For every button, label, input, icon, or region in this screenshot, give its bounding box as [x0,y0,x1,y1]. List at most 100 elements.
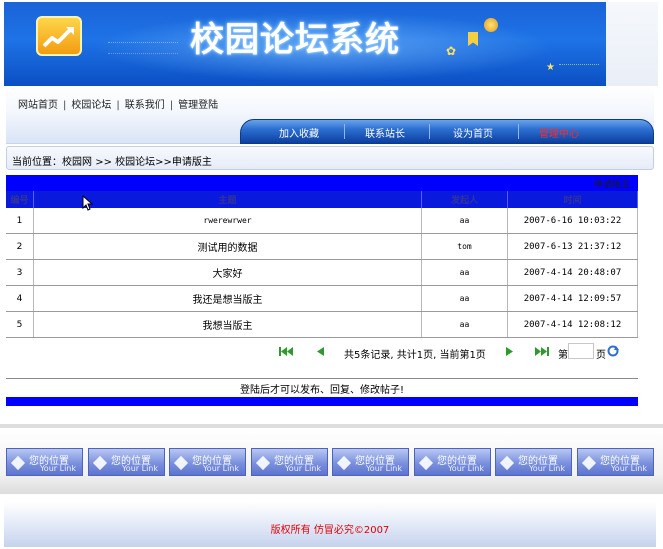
diamond-icon [336,455,352,471]
link-tile[interactable]: 您的位置 Your Link [6,448,83,476]
pager-summary: 共5条记录, 共计1页, 当前第1页 [344,350,486,361]
breadcrumb-separator: >> [95,157,112,168]
top-links: 网站首页 | 校园论坛 | 联系我们 | 管理登陆 [18,96,218,111]
diamond-icon [173,455,189,471]
cell-time: 2007-6-16 10:03:22 [508,208,638,233]
diamond-icon [255,455,271,471]
go-icon[interactable] [606,345,620,357]
cell-author: tom [422,234,508,259]
sun-ornament-icon [484,18,498,32]
first-page-icon[interactable] [278,346,294,357]
link-tile[interactable]: 您的位置 Your Link [251,448,328,476]
tile-subtitle: Your Link [202,464,239,473]
page-label: 第 [558,350,568,361]
login-notice: 登陆后才可以发布、回复、修改帖子! [239,385,404,396]
cell-time: 2007-4-14 12:09:57 [508,286,638,311]
cell-id: 5 [6,312,34,337]
diamond-icon [92,455,108,471]
table-toolbar: 申请版主 [6,175,638,191]
cell-time: 2007-4-14 20:48:07 [508,260,638,285]
nav-separator: | [169,100,174,111]
tile-subtitle: Your Link [121,464,158,473]
header-author: 发起人 [422,191,508,208]
breadcrumb-current: 申请版主 [171,157,212,168]
link-tile[interactable]: 您的位置 Your Link [577,448,654,476]
breadcrumb-section[interactable]: 校园论坛 [115,157,155,168]
nav-link-forum[interactable]: 校园论坛 [71,96,111,111]
table-row: 3 大家好 aa 2007-4-14 20:48:07 [6,260,638,286]
prev-page-icon[interactable] [312,346,328,357]
cell-author: aa [422,286,508,311]
next-page-icon[interactable] [502,346,518,357]
divider [6,378,638,379]
breadcrumb: 当前位置：校园网 >> 校园论坛>>申请版主 [12,153,212,168]
cell-id: 3 [6,260,34,285]
copyright-text: 版权所有 仿冒必究©2007 [270,525,390,536]
star-ornament-icon: ★ [546,62,555,73]
nav-separator: | [116,100,120,111]
table-row: 5 我想当版主 aa 2007-4-14 12:08:12 [6,312,638,338]
table-row: 4 我还是想当版主 aa 2007-4-14 12:09:57 [6,286,638,312]
diamond-icon [418,455,434,471]
chart-logo-icon [36,16,82,56]
cell-time: 2007-4-14 12:08:12 [508,312,638,337]
tile-subtitle: Your Link [610,464,647,473]
menu-divider [344,124,345,139]
diamond-icon [499,455,515,471]
banner-side-panel [606,2,658,86]
link-tile[interactable]: 您的位置 Your Link [88,448,165,476]
menu-divider [429,124,430,139]
tile-subtitle: Your Link [528,464,565,473]
menu-add-favorite[interactable]: 加入收藏 [279,125,319,140]
tile-subtitle: Your Link [447,464,484,473]
cell-author: aa [422,312,508,337]
flower-ornament-icon: ✿ [446,44,457,58]
nav-link-contact[interactable]: 联系我们 [125,96,165,111]
apply-moderator-button[interactable]: 申请版主 [594,177,630,190]
cell-id: 1 [6,208,34,233]
cell-subject-link[interactable]: 我还是想当版主 [34,286,422,311]
diamond-icon [10,455,26,471]
cell-subject-link[interactable]: 大家好 [34,260,422,285]
banner-decoration [108,42,178,54]
table-footer-bar [6,397,638,406]
cell-subject-link[interactable]: rwerewrwer [34,208,422,233]
menu-bar: 加入收藏 联系站长 设为首页 管理中心 [240,119,654,144]
table-header: 编号 主题 发起人 时间 [6,191,638,208]
nav-link-home[interactable]: 网站首页 [18,96,58,111]
link-tile[interactable]: 您的位置 Your Link [414,448,491,476]
menu-contact-admin[interactable]: 联系站长 [365,125,405,140]
topic-table: 申请版主 编号 主题 发起人 时间 1 rwerewrwer aa 2007-6… [6,175,638,338]
page-unit: 页 [596,350,606,361]
link-tile[interactable]: 您的位置 Your Link [332,448,409,476]
cell-id: 4 [6,286,34,311]
nav-link-admin-login[interactable]: 管理登陆 [178,96,218,111]
page-number-input[interactable] [568,343,594,359]
cell-subject-link[interactable]: 测试用的数据 [34,234,422,259]
cell-id: 2 [6,234,34,259]
tile-subtitle: Your Link [365,464,402,473]
top-navigation: 网站首页 | 校园论坛 | 联系我们 | 管理登陆 加入收藏 联系站长 设为首页 管理中心 [6,86,654,144]
tile-subtitle: Your Link [284,464,321,473]
link-tile[interactable]: 您的位置 Your Link [169,448,246,476]
site-banner: 校园论坛系统 ✿ ★ [4,2,606,86]
menu-admin-center[interactable]: 管理中心 [539,125,579,140]
breadcrumb-separator: >> [155,157,172,168]
cell-subject-link[interactable]: 我想当版主 [34,312,422,337]
header-id: 编号 [6,191,34,208]
pagination: 共5条记录, 共计1页, 当前第1页 第 页 [270,343,630,361]
last-page-icon[interactable] [534,346,550,357]
breadcrumb-bar: 当前位置：校园网 >> 校园论坛>>申请版主 [6,146,654,170]
table-row: 1 rwerewrwer aa 2007-6-16 10:03:22 [6,208,638,234]
header-time: 时间 [508,191,638,208]
banner-dotted-decoration [559,64,599,70]
table-row: 2 测试用的数据 tom 2007-6-13 21:37:12 [6,234,638,260]
mouse-cursor-icon [82,195,94,211]
menu-divider [518,124,519,139]
page-footer: 版权所有 仿冒必究©2007 [4,502,656,547]
breadcrumb-label: 当前位置： [12,157,62,168]
menu-set-homepage[interactable]: 设为首页 [453,125,493,140]
link-tile[interactable]: 您的位置 Your Link [495,448,572,476]
tile-subtitle: Your Link [39,464,76,473]
breadcrumb-home[interactable]: 校园网 [62,157,92,168]
